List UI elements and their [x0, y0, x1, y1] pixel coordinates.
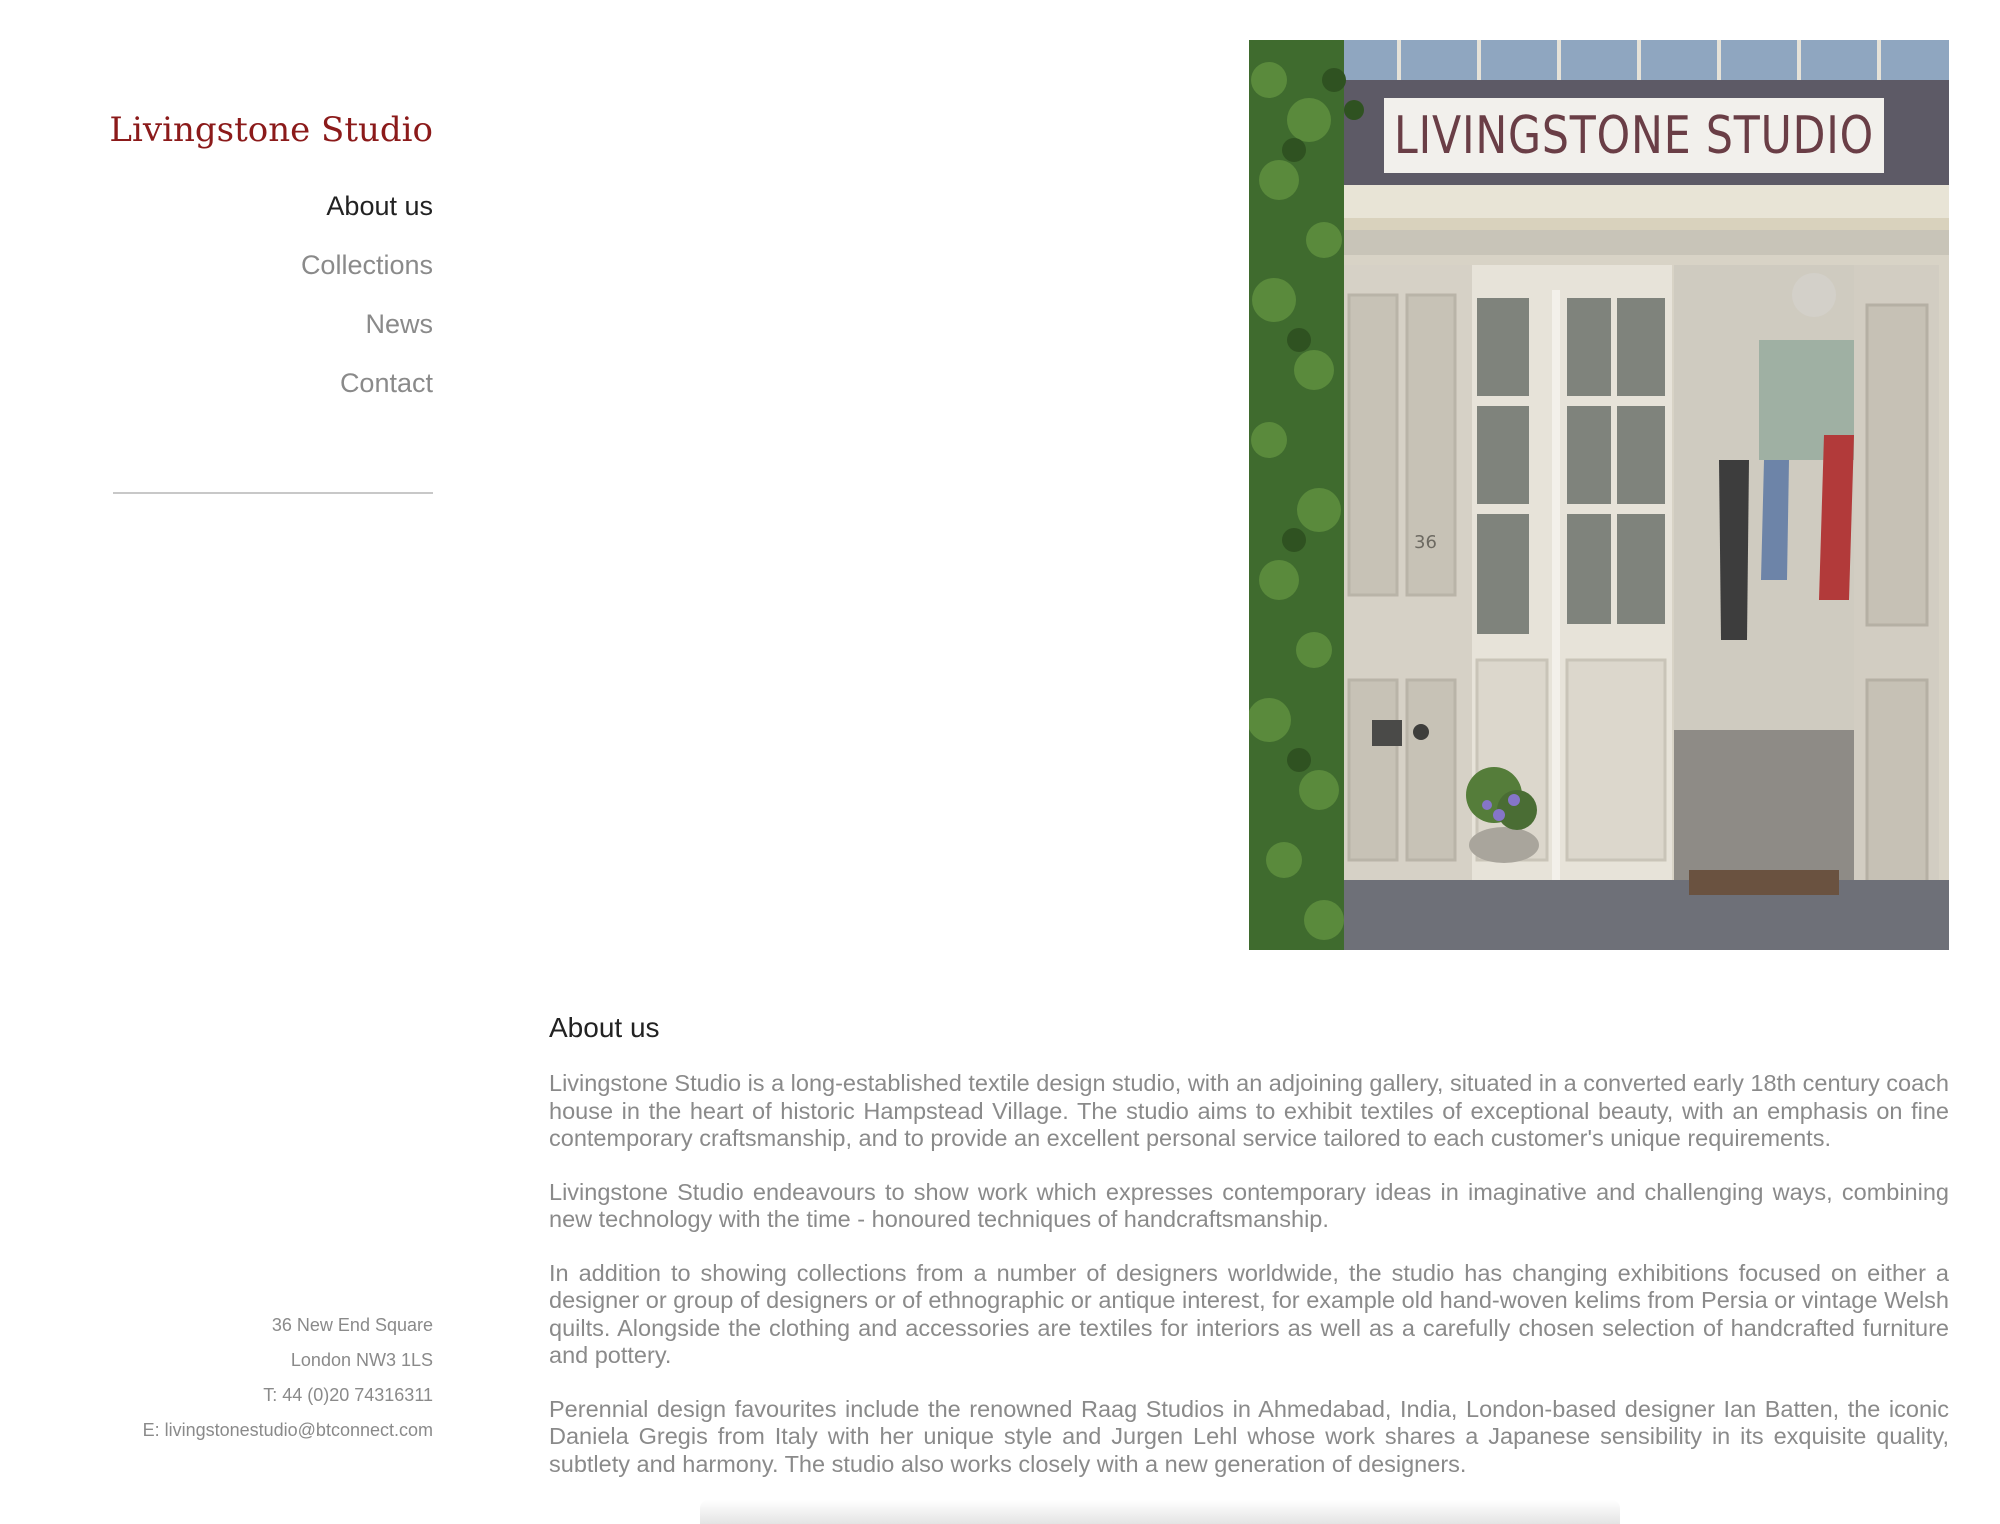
sidebar: Livingstone Studio About us Collections … — [0, 0, 433, 1524]
site-logo[interactable]: Livingstone Studio — [109, 110, 433, 150]
nav-item-contact[interactable]: Contact — [301, 363, 433, 422]
about-paragraph-3: In addition to showing collections from … — [549, 1259, 1949, 1369]
door-number: 36 — [1414, 532, 1437, 553]
scroll-fade — [700, 1500, 1620, 1524]
main-content: About us Livingstone Studio is a long-es… — [549, 1010, 1949, 1504]
nav-item-about-us[interactable]: About us — [301, 186, 433, 245]
about-paragraph-2: Livingstone Studio endeavours to show wo… — [549, 1178, 1949, 1233]
nav-item-news[interactable]: News — [301, 304, 433, 363]
nav-item-collections[interactable]: Collections — [301, 245, 433, 304]
sidebar-divider — [113, 492, 433, 494]
address-email[interactable]: E: livingstonestudio@btconnect.com — [143, 1413, 433, 1448]
about-paragraph-1: Livingstone Studio is a long-established… — [549, 1070, 1949, 1151]
about-paragraph-4: Perennial design favourites include the … — [549, 1395, 1949, 1477]
sign-text: LIVINGSTONE STUDIO — [1394, 106, 1874, 166]
address-city: London NW3 1LS — [290, 1350, 433, 1370]
page-title: About us — [549, 1012, 660, 1043]
address-block: 36 New End Square London NW3 1LS T: 44 (… — [143, 1308, 433, 1448]
storefront-photo: LIVINGSTONE STUDIO 36 — [1249, 40, 1949, 950]
main-nav: About us Collections News Contact — [301, 186, 433, 422]
address-phone: T: 44 (0)20 74316311 — [263, 1385, 433, 1405]
address-street: 36 New End Square — [271, 1315, 433, 1335]
